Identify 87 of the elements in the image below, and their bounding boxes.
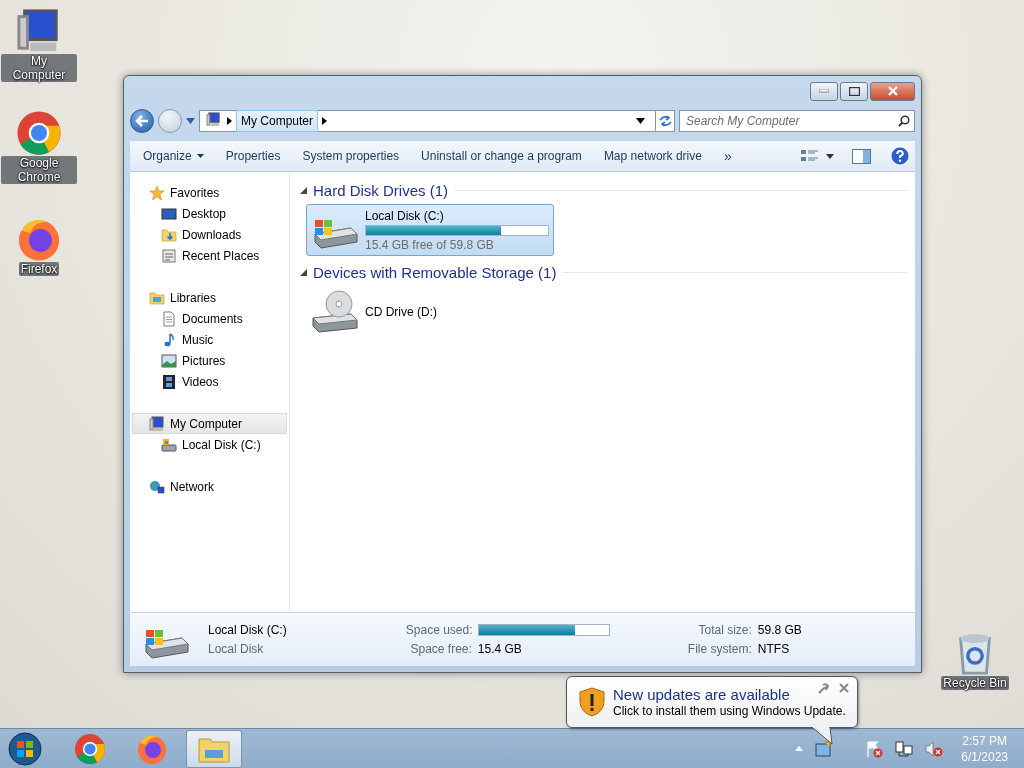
view-list-icon xyxy=(801,149,818,163)
menu-button[interactable]: Organize xyxy=(136,145,211,167)
desktop-icon-label[interactable]: My Computer xyxy=(1,54,77,82)
back-button[interactable] xyxy=(130,109,154,133)
drive-tile[interactable]: Local Disk (C:) 15.4 GB free of 59.8 GB xyxy=(306,204,554,256)
field-label: Total size: xyxy=(697,623,752,637)
drive-tile[interactable]: CD Drive (D:) xyxy=(306,286,554,338)
drive-name: Local Disk (C:) xyxy=(365,208,445,223)
drive-space-text: 15.4 GB free of 59.8 GB xyxy=(365,237,495,252)
search-icon xyxy=(898,115,910,127)
chrome-icon xyxy=(16,110,62,156)
monitor-icon xyxy=(161,205,177,222)
address-bar[interactable]: My Computer xyxy=(199,110,656,132)
help-icon[interactable] xyxy=(891,147,909,165)
field-value: NTFS xyxy=(757,642,791,656)
toolbar-button[interactable]: Uninstall or change a program xyxy=(414,145,589,167)
close-icon xyxy=(886,86,899,96)
disk-drive-icon xyxy=(161,436,177,453)
nav-item[interactable]: Pictures xyxy=(130,350,289,371)
desktop-icon-label[interactable]: Google Chrome xyxy=(1,156,77,184)
desktop-icon-label[interactable]: Recycle Bin xyxy=(941,676,1009,690)
toolbar-button[interactable]: System properties xyxy=(295,145,407,167)
toolbar-button[interactable]: Map network drive xyxy=(596,145,709,167)
close-button[interactable] xyxy=(870,81,915,101)
maximize-button[interactable] xyxy=(840,81,868,101)
nav-item[interactable]: Favorites xyxy=(130,182,289,203)
more-button[interactable]: » xyxy=(716,144,739,168)
nav-item[interactable]: Documents xyxy=(130,308,289,329)
breadcrumb[interactable]: My Computer xyxy=(236,110,319,132)
refresh-button[interactable] xyxy=(655,110,675,132)
recent-places-icon xyxy=(161,247,177,264)
group-header[interactable]: Devices with Removable Storage (1) xyxy=(313,263,557,281)
nav-item[interactable]: Downloads xyxy=(130,224,289,245)
start-button[interactable] xyxy=(8,731,42,766)
caret-icon xyxy=(826,153,834,159)
speaker-muted-icon[interactable] xyxy=(925,739,944,758)
search-field[interactable]: Search My Computer xyxy=(679,110,915,132)
nav-item[interactable]: Local Disk (C:) xyxy=(130,434,289,455)
star-icon xyxy=(149,184,165,201)
computer-icon xyxy=(206,112,221,127)
cd-drive-icon xyxy=(311,288,359,336)
notification-message[interactable]: Click to install them using Windows Update. xyxy=(613,704,849,718)
field-value: 15.4 GB xyxy=(477,642,523,656)
minimize-button[interactable] xyxy=(810,81,838,101)
caret-icon xyxy=(196,154,204,158)
field-label: Space used: xyxy=(405,623,472,637)
chrome-icon xyxy=(74,732,106,765)
maximize-icon xyxy=(848,86,860,96)
chevron-icon[interactable] xyxy=(322,117,328,125)
toolbar-button[interactable]: Properties xyxy=(218,145,288,167)
chevron-icon xyxy=(227,117,232,125)
nav-item[interactable]: Videos xyxy=(130,371,289,392)
network-icon xyxy=(149,478,165,495)
network-icon[interactable] xyxy=(895,739,914,758)
field-label: Space free: xyxy=(409,642,472,656)
nav-item[interactable]: Recent Places xyxy=(130,245,289,266)
picture-icon xyxy=(161,352,177,369)
computer-icon xyxy=(149,415,165,432)
view-options-button[interactable] xyxy=(801,149,834,163)
minimize-icon xyxy=(819,89,829,93)
notification-title[interactable]: New updates are available xyxy=(613,686,849,703)
close-icon[interactable] xyxy=(839,683,849,693)
nav-item[interactable]: Desktop xyxy=(130,203,289,224)
film-icon xyxy=(161,373,177,390)
drive-name: Local Disk (C:) xyxy=(208,623,288,637)
field-label: File system: xyxy=(686,642,752,656)
refresh-icon xyxy=(658,115,672,127)
expand-arrow-icon[interactable] xyxy=(300,268,307,276)
document-icon xyxy=(161,310,177,327)
nav-item[interactable]: My Computer xyxy=(132,413,287,434)
flag-error-icon[interactable] xyxy=(865,739,884,758)
drive-type: Local Disk xyxy=(208,642,265,656)
preview-pane-icon[interactable] xyxy=(852,148,871,164)
library-icon xyxy=(149,289,165,306)
folder-icon xyxy=(161,226,177,243)
shield-warning-icon xyxy=(579,687,605,717)
update-icon[interactable] xyxy=(815,740,832,757)
drive-name: CD Drive (D:) xyxy=(365,305,438,319)
nav-item[interactable]: Music xyxy=(130,329,289,350)
group-header[interactable]: Hard Disk Drives (1) xyxy=(313,181,448,199)
nav-item[interactable]: Network xyxy=(130,476,289,497)
expand-arrow-icon[interactable] xyxy=(300,186,307,194)
field-value: 59.8 GB xyxy=(757,623,803,637)
dropdown-arrow-icon[interactable] xyxy=(636,118,645,124)
taskbar-button[interactable] xyxy=(186,729,242,768)
nav-item[interactable]: Libraries xyxy=(130,287,289,308)
back-arrow-icon xyxy=(135,115,149,127)
